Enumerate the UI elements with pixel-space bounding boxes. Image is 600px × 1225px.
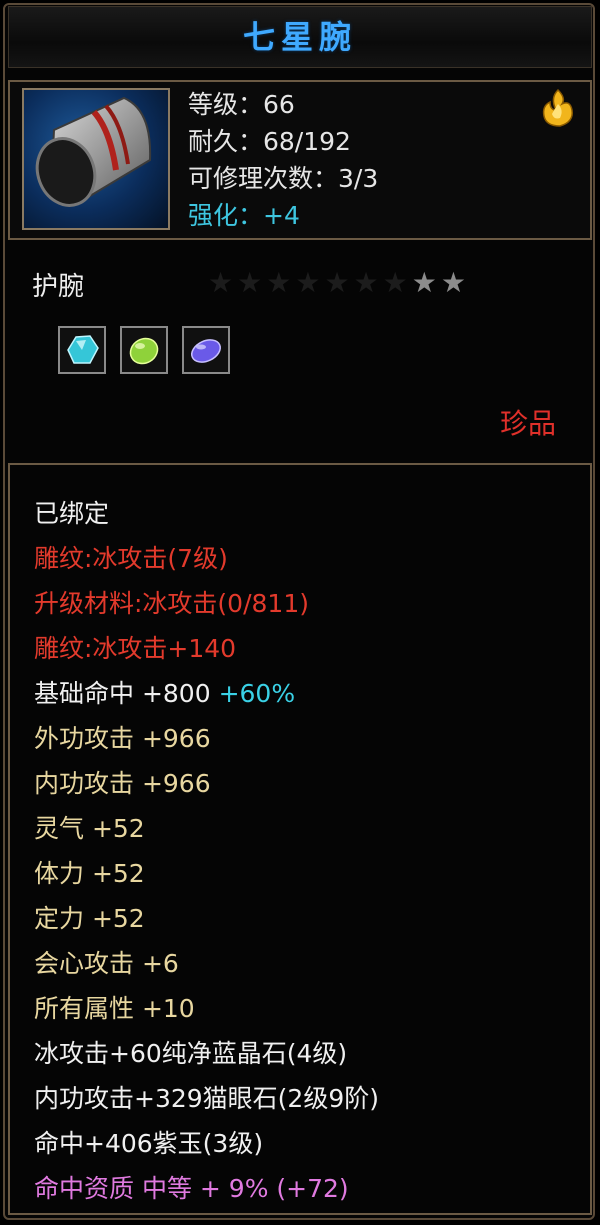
rarity-label: 珍品	[499, 407, 556, 440]
item-type: 护腕	[32, 272, 85, 302]
property-list: 已绑定 雕纹:冰攻击(7级) 升级材料:冰攻击(0/811) 雕纹:冰攻击+14…	[34, 491, 379, 1211]
purple-gem-icon	[182, 326, 230, 374]
properties-panel: 已绑定 雕纹:冰攻击(7级) 升级材料:冰攻击(0/811) 雕纹:冰攻击+14…	[8, 463, 592, 1215]
bracer-icon	[22, 88, 170, 230]
star-empty-icon: ★	[324, 266, 354, 299]
title-bar: 七星腕	[8, 6, 592, 68]
flame-badge-icon	[536, 86, 580, 130]
star-empty-icon: ★	[237, 266, 267, 299]
gem-bonus-1: 冰攻击+60纯净蓝晶石(4级)	[34, 1039, 348, 1068]
spirit-stat: 灵气 +52	[34, 814, 145, 843]
star-empty-icon: ★	[208, 266, 238, 299]
bound-status: 已绑定	[34, 499, 110, 528]
item-name: 七星腕	[242, 18, 357, 56]
stamina-stat: 体力 +52	[34, 859, 145, 888]
star-filled-icon: ★	[440, 266, 470, 299]
hit-aptitude: 命中资质 中等 + 9% (+72)	[34, 1174, 349, 1203]
level-text: 等级：66	[188, 90, 295, 119]
internal-attack: 内功攻击 +966	[34, 769, 211, 798]
engrave-bonus: 雕纹:冰攻击+140	[34, 634, 237, 663]
star-empty-icon: ★	[266, 266, 296, 299]
star-filled-icon: ★	[411, 266, 441, 299]
upgrade-material: 升级材料:冰攻击(0/811)	[34, 589, 309, 618]
star-empty-icon: ★	[382, 266, 412, 299]
engrave-level: 雕纹:冰攻击(7级)	[34, 544, 228, 573]
external-attack: 外功攻击 +966	[34, 724, 211, 753]
repair-count-text: 可修理次数：3/3	[188, 164, 379, 193]
all-attributes: 所有属性 +10	[34, 994, 195, 1023]
gem-bonus-3: 命中+406紫玉(3级)	[34, 1129, 264, 1158]
focus-stat: 定力 +52	[34, 904, 145, 933]
star-rating: ★★★★★★★★★	[208, 266, 470, 299]
star-empty-icon: ★	[295, 266, 325, 299]
cyan-gem-icon	[58, 326, 106, 374]
base-hit-bonus: +60%	[218, 679, 296, 708]
enhance-text: 强化：+4	[188, 201, 300, 230]
item-stats: 等级：66 耐久：68/192 可修理次数：3/3 强化：+4	[188, 86, 378, 234]
item-header: 等级：66 耐久：68/192 可修理次数：3/3 强化：+4	[8, 80, 592, 240]
base-hit: 基础命中 +800	[34, 679, 211, 708]
base-hit-row: 基础命中 +800 +60%	[34, 671, 379, 716]
gem-bonus-2: 内功攻击+329猫眼石(2级9阶)	[34, 1084, 379, 1113]
star-empty-icon: ★	[353, 266, 383, 299]
durability-text: 耐久：68/192	[188, 127, 351, 156]
crit-attack: 会心攻击 +6	[34, 949, 179, 978]
item-info-section: 护腕 ★★★★★★★★★ 珍品	[8, 248, 592, 460]
green-gem-icon	[120, 326, 168, 374]
